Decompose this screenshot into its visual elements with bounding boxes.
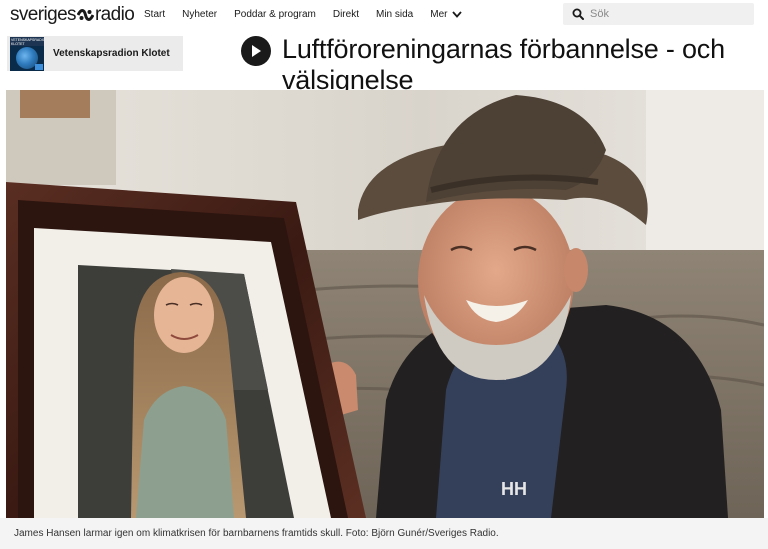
program-link[interactable]: VETENSKAPSRADION KLOTET Vetenskapsradion… [7, 36, 183, 71]
chevron-down-icon [452, 11, 463, 18]
nav-item-mer[interactable]: Mer [430, 9, 463, 20]
search-box[interactable] [563, 3, 754, 25]
nav-item-start[interactable]: Start [144, 9, 165, 20]
program-thumbnail-text: VETENSKAPSRADION KLOTET [10, 36, 44, 46]
play-icon [252, 45, 261, 57]
nav-item-nyheter[interactable]: Nyheter [182, 9, 217, 20]
main-nav: Start Nyheter Poddar & program Direkt Mi… [144, 9, 479, 20]
sr-badge-icon [35, 63, 43, 70]
nav-item-direkt[interactable]: Direkt [333, 9, 359, 20]
nav-item-min-sida[interactable]: Min sida [376, 9, 413, 20]
nav-item-poddar-program[interactable]: Poddar & program [234, 9, 316, 20]
image-caption: James Hansen larmar igen om klimatkrisen… [0, 518, 768, 549]
logo-text-sveriges: sveriges [10, 4, 77, 25]
play-button[interactable] [241, 36, 271, 66]
search-input[interactable] [590, 8, 750, 20]
nav-item-mer-label: Mer [430, 9, 448, 20]
svg-text:HH: HH [501, 479, 527, 499]
article-headline: Luftföroreningarnas förbannelse - och vä… [282, 34, 725, 95]
sr-logo-mark-icon [76, 8, 94, 22]
program-title: Vetenskapsradion Klotet [53, 48, 170, 59]
search-icon [572, 8, 584, 20]
program-thumbnail: VETENSKAPSRADION KLOTET [10, 36, 44, 71]
site-header: sveriges radio Start Nyheter Poddar & pr… [0, 0, 768, 30]
logo-text-radio: radio [94, 4, 135, 25]
article-hero-image: HH [6, 90, 764, 518]
sveriges-radio-logo[interactable]: sveriges radio [10, 4, 135, 26]
